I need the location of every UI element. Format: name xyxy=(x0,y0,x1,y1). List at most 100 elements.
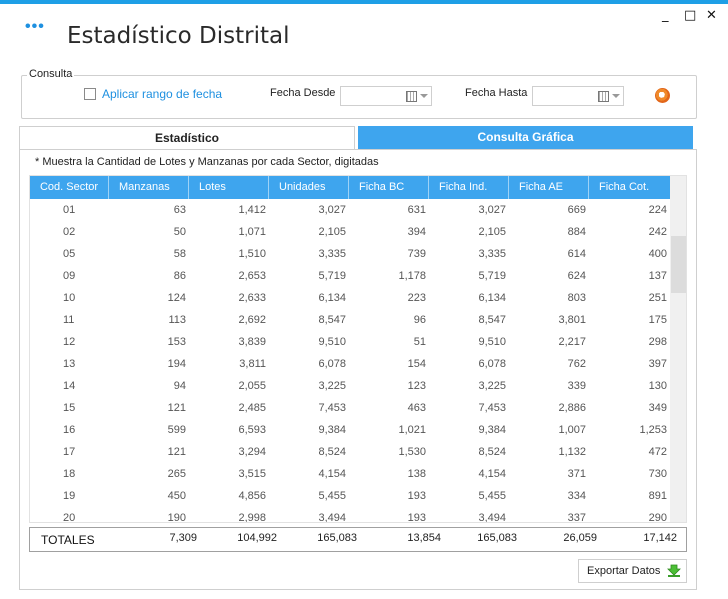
table-cell: 5,719 xyxy=(478,270,506,282)
table-cell: 3,294 xyxy=(238,446,266,458)
menu-dots-icon[interactable]: ••• xyxy=(25,18,45,36)
table-cell: 1,178 xyxy=(398,270,426,282)
table-cell: 175 xyxy=(648,314,667,326)
minimize-button[interactable]: _ xyxy=(662,8,669,23)
column-header[interactable]: Unidades xyxy=(269,176,349,199)
table-cell: 1,007 xyxy=(558,424,586,436)
table-cell: 3,811 xyxy=(239,358,266,370)
table-cell: 5,455 xyxy=(478,490,506,502)
download-arrow-icon xyxy=(667,564,681,577)
scrollbar-thumb[interactable] xyxy=(671,236,686,293)
table-row[interactable]: 02 50 1,071 2,105 394 2,105 884 242 xyxy=(30,221,670,243)
column-header[interactable]: Ficha AE xyxy=(509,176,589,199)
table-cell: 2,692 xyxy=(238,314,266,326)
magnifier-icon[interactable] xyxy=(655,88,670,103)
table-cell: 762 xyxy=(567,358,586,370)
table-row[interactable]: 10 124 2,633 6,134 223 6,134 803 251 xyxy=(30,287,670,309)
column-header[interactable]: Cod. Sector xyxy=(30,176,109,199)
table-row[interactable]: 13 194 3,811 6,078 154 6,078 762 397 xyxy=(30,353,670,375)
tab-consulta-grafica[interactable]: Consulta Gráfica xyxy=(358,126,693,149)
table-cell: 4,154 xyxy=(318,468,346,480)
table-cell: 193 xyxy=(407,490,426,502)
table-cell: 94 xyxy=(173,380,186,392)
table-cell: 138 xyxy=(407,468,426,480)
table-cell: 123 xyxy=(407,380,426,392)
table-row[interactable]: 05 58 1,510 3,335 739 3,335 614 400 xyxy=(30,243,670,265)
table-cell: 124 xyxy=(167,292,186,304)
data-grid[interactable]: Cod. Sector Manzanas Lotes Unidades Fich… xyxy=(29,175,687,523)
table-cell: 194 xyxy=(167,358,186,370)
table-cell: 8,524 xyxy=(318,446,346,458)
chevron-down-icon[interactable] xyxy=(612,94,620,98)
table-cell: 15 xyxy=(63,402,76,414)
table-cell: 2,105 xyxy=(318,226,346,238)
column-header[interactable]: Manzanas xyxy=(109,176,189,199)
table-row[interactable]: 14 94 2,055 3,225 123 3,225 339 130 xyxy=(30,375,670,397)
table-cell: 337 xyxy=(567,512,586,523)
table-row[interactable]: 20 190 2,998 3,494 193 3,494 337 290 xyxy=(30,507,670,523)
table-cell: 96 xyxy=(413,314,426,326)
chevron-down-icon[interactable] xyxy=(420,94,428,98)
table-row[interactable]: 15 121 2,485 7,453 463 7,453 2,886 349 xyxy=(30,397,670,419)
table-cell: 02 xyxy=(63,226,76,238)
table-row[interactable]: 16 599 6,593 9,384 1,021 9,384 1,007 1,253 xyxy=(30,419,670,441)
table-cell: 599 xyxy=(167,424,186,436)
table-cell: 17 xyxy=(63,446,76,458)
vertical-scrollbar[interactable] xyxy=(670,176,686,522)
table-row[interactable]: 09 86 2,653 5,719 1,178 5,719 624 137 xyxy=(30,265,670,287)
table-cell: 224 xyxy=(648,204,667,216)
table-row[interactable]: 19 450 4,856 5,455 193 5,455 334 891 xyxy=(30,485,670,507)
table-cell: 6,134 xyxy=(318,292,346,304)
table-cell: 334 xyxy=(567,490,586,502)
table-row[interactable]: 11 113 2,692 8,547 96 8,547 3,801 175 xyxy=(30,309,670,331)
page-title: Estadístico Distrital xyxy=(67,23,290,49)
table-cell: 463 xyxy=(407,402,426,414)
table-cell: 5,719 xyxy=(318,270,346,282)
table-cell: 2,055 xyxy=(238,380,266,392)
table-cell: 891 xyxy=(648,490,667,502)
table-cell: 739 xyxy=(407,248,426,260)
totals-label: TOTALES xyxy=(41,533,95,547)
column-header[interactable]: Ficha BC xyxy=(349,176,429,199)
table-cell: 242 xyxy=(648,226,667,238)
table-row[interactable]: 17 121 3,294 8,524 1,530 8,524 1,132 472 xyxy=(30,441,670,463)
table-cell: 803 xyxy=(567,292,586,304)
table-cell: 3,839 xyxy=(238,336,266,348)
total-value: 17,142 xyxy=(643,532,677,544)
fecha-hasta-picker[interactable] xyxy=(532,86,624,106)
maximize-button[interactable]: □ xyxy=(684,8,696,23)
date-range-checkbox-label[interactable]: Aplicar rango de fecha xyxy=(102,87,222,101)
table-cell: 669 xyxy=(567,204,586,216)
close-button[interactable]: ✕ xyxy=(706,8,717,23)
table-cell: 58 xyxy=(173,248,186,260)
fecha-desde-picker[interactable] xyxy=(340,86,432,106)
table-cell: 3,027 xyxy=(318,204,346,216)
table-cell: 10 xyxy=(63,292,76,304)
table-cell: 9,384 xyxy=(318,424,346,436)
table-cell: 2,105 xyxy=(478,226,506,238)
export-button[interactable]: Exportar Datos xyxy=(578,559,687,583)
table-row[interactable]: 18 265 3,515 4,154 138 4,154 371 730 xyxy=(30,463,670,485)
table-cell: 397 xyxy=(648,358,667,370)
total-value: 13,854 xyxy=(407,532,441,544)
table-row[interactable]: 01 63 1,412 3,027 631 3,027 669 224 xyxy=(30,199,670,221)
calendar-icon[interactable] xyxy=(406,91,417,102)
table-cell: 2,217 xyxy=(558,336,586,348)
calendar-icon[interactable] xyxy=(598,91,609,102)
table-cell: 2,653 xyxy=(238,270,266,282)
table-cell: 3,515 xyxy=(238,468,266,480)
table-cell: 16 xyxy=(63,424,76,436)
fecha-desde-label: Fecha Desde xyxy=(270,87,336,99)
column-header[interactable]: Ficha Ind. xyxy=(429,176,509,199)
table-cell: 2,998 xyxy=(238,512,266,523)
table-cell: 730 xyxy=(648,468,667,480)
table-cell: 400 xyxy=(648,248,667,260)
table-cell: 7,453 xyxy=(478,402,506,414)
date-range-checkbox[interactable] xyxy=(84,88,96,100)
table-row[interactable]: 12 153 3,839 9,510 51 9,510 2,217 298 xyxy=(30,331,670,353)
tab-estadistico[interactable]: Estadístico xyxy=(19,126,355,149)
column-header[interactable]: Lotes xyxy=(189,176,269,199)
table-cell: 339 xyxy=(567,380,586,392)
table-cell: 3,494 xyxy=(478,512,506,523)
column-header[interactable]: Ficha Cot. xyxy=(589,176,670,199)
